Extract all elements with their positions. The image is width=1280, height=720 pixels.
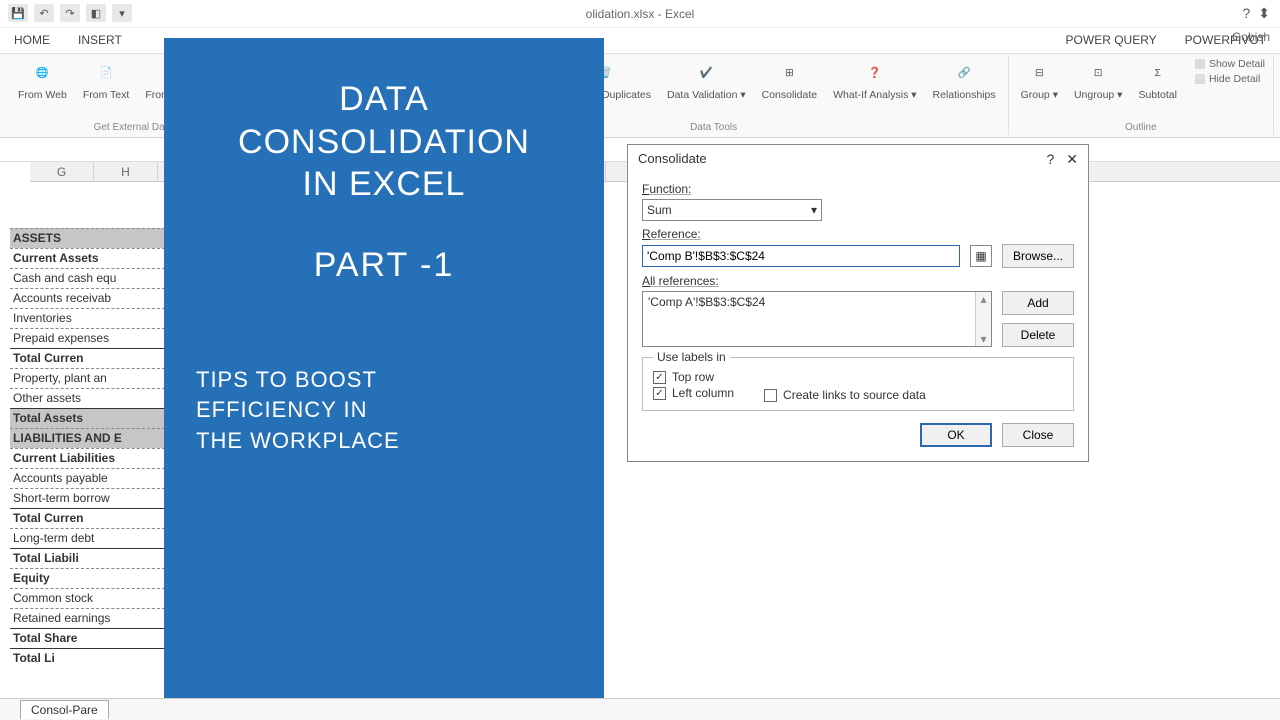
list-item[interactable]: 'Comp A'!$B$3:$C$24 [648, 295, 765, 309]
sheet-cell[interactable]: Property, plant an [10, 368, 165, 388]
minus-icon [1195, 74, 1205, 84]
ok-button[interactable]: OK [920, 423, 992, 447]
what-if-button[interactable]: ❓What-If Analysis ▾ [829, 58, 920, 104]
ribbon-group-outline: ⊟Group ▾ ⊡Ungroup ▾ ΣSubtotal Show Detai… [1009, 56, 1274, 135]
group-button[interactable]: ⊟Group ▾ [1017, 58, 1062, 104]
dialog-titlebar[interactable]: Consolidate ? ✕ [628, 145, 1088, 174]
relationships-icon: 🔗 [950, 60, 978, 88]
ungroup-icon: ⊡ [1084, 60, 1112, 88]
sheet-cell[interactable]: Accounts receivab [10, 288, 165, 308]
data-validation-button[interactable]: ✔️Data Validation ▾ [663, 58, 750, 104]
redo-icon[interactable]: ↷ [60, 4, 80, 22]
subtotal-button[interactable]: ΣSubtotal [1134, 58, 1181, 104]
globe-icon: 🌐 [28, 60, 56, 88]
dialog-title-text: Consolidate [638, 151, 707, 168]
chevron-down-icon: ▾ [980, 332, 986, 346]
tab-home[interactable]: HOME [0, 28, 64, 53]
browse-button[interactable]: Browse... [1002, 244, 1074, 268]
title-bar-help: ? ⬍ [1242, 5, 1270, 22]
scrollbar[interactable]: ▴▾ [975, 292, 991, 346]
sheet-tabs: Consol-Pare [0, 698, 1280, 720]
chevron-up-icon: ▴ [980, 292, 986, 306]
use-labels-legend: Use labels in [653, 350, 730, 364]
ribbon-collapse-icon[interactable]: ⬍ [1258, 5, 1270, 22]
sheet-cell[interactable]: Total Share [10, 628, 165, 648]
subtotal-icon: Σ [1144, 60, 1172, 88]
balance-sheet-range: ASSETSCurrent AssetsCash and cash equAcc… [10, 228, 165, 668]
sheet-cell[interactable]: Short-term borrow [10, 488, 165, 508]
overlay-subtitle: TIPS TO BOOST EFFICIENCY IN THE WORKPLAC… [196, 365, 572, 457]
overlay-part: PART -1 [196, 246, 572, 285]
document-title: olidation.xlsx - Excel [586, 7, 695, 21]
reference-input[interactable] [642, 245, 960, 267]
quick-access-toolbar: 💾 ↶ ↷ ◧ ▾ [8, 4, 132, 22]
show-detail-button[interactable]: Show Detail [1195, 58, 1265, 70]
sheet-cell[interactable]: Other assets [10, 388, 165, 408]
from-web-button[interactable]: 🌐From Web [14, 58, 71, 104]
text-file-icon: 📄 [92, 60, 120, 88]
plus-icon [1195, 59, 1205, 69]
sheet-cell[interactable]: Current Liabilities [10, 448, 165, 468]
tab-insert[interactable]: INSERT [64, 28, 136, 53]
sheet-cell[interactable]: Total Liabili [10, 548, 165, 568]
sheet-cell[interactable]: Long-term debt [10, 528, 165, 548]
chevron-down-icon: ▾ [811, 203, 817, 217]
close-button[interactable]: Close [1002, 423, 1074, 447]
undo-icon[interactable]: ↶ [34, 4, 54, 22]
create-links-checkbox[interactable]: Create links to source data [764, 388, 926, 402]
hide-detail-button[interactable]: Hide Detail [1195, 73, 1265, 85]
validation-icon: ✔️ [692, 60, 720, 88]
sheet-cell[interactable]: Inventories [10, 308, 165, 328]
sheet-tab-active[interactable]: Consol-Pare [20, 700, 109, 719]
reference-label: Reference: [642, 227, 701, 241]
sheet-cell[interactable]: Total Li [10, 648, 165, 668]
sheet-cell[interactable]: Current Assets [10, 248, 165, 268]
function-select[interactable]: Sum ▾ [642, 199, 822, 221]
dropdown-icon[interactable]: ▾ [112, 4, 132, 22]
sheet-cell[interactable]: Common stock [10, 588, 165, 608]
title-bar: 💾 ↶ ↷ ◧ ▾ olidation.xlsx - Excel ? ⬍ [0, 0, 1280, 28]
close-icon[interactable]: ✕ [1066, 151, 1078, 168]
function-label: Function: [642, 182, 691, 196]
consolidate-dialog: Consolidate ? ✕ Function: Sum ▾ Referenc… [627, 144, 1089, 462]
sheet-cell[interactable]: Accounts payable [10, 468, 165, 488]
consolidate-icon: ⊞ [775, 60, 803, 88]
range-picker-icon[interactable]: ▦ [970, 245, 992, 267]
ungroup-button[interactable]: ⊡Ungroup ▾ [1070, 58, 1126, 104]
group-icon: ⊟ [1025, 60, 1053, 88]
sheet-cell[interactable]: Total Curren [10, 348, 165, 368]
sheet-cell[interactable]: Retained earnings [10, 608, 165, 628]
help-icon[interactable]: ? [1046, 151, 1054, 168]
sheet-cell[interactable]: Prepaid expenses [10, 328, 165, 348]
from-text-button[interactable]: 📄From Text [79, 58, 133, 104]
add-button[interactable]: Add [1002, 291, 1074, 315]
overlay-title: DATA CONSOLIDATION IN EXCEL [196, 78, 572, 206]
sheet-cell[interactable]: Equity [10, 568, 165, 588]
column-header[interactable]: G [30, 162, 94, 181]
tab-powerquery[interactable]: POWER QUERY [1052, 28, 1171, 53]
camera-icon[interactable]: ◧ [86, 4, 106, 22]
title-overlay: DATA CONSOLIDATION IN EXCEL PART -1 TIPS… [164, 38, 604, 712]
left-column-checkbox[interactable]: ✓Left column [653, 386, 734, 400]
sheet-cell[interactable]: Total Assets [10, 408, 165, 428]
sheet-cell[interactable]: LIABILITIES AND E [10, 428, 165, 448]
consolidate-button[interactable]: ⊞Consolidate [758, 58, 821, 104]
all-references-label: All references: [642, 274, 719, 288]
user-name: Gobish [1232, 30, 1270, 44]
top-row-checkbox[interactable]: ✓Top row [653, 370, 734, 384]
delete-button[interactable]: Delete [1002, 323, 1074, 347]
help-icon[interactable]: ? [1242, 5, 1250, 22]
group-label: Outline [1017, 122, 1265, 133]
save-icon[interactable]: 💾 [8, 4, 28, 22]
whatif-icon: ❓ [861, 60, 889, 88]
column-header[interactable]: H [94, 162, 158, 181]
all-references-listbox[interactable]: 'Comp A'!$B$3:$C$24 ▴▾ [642, 291, 992, 347]
sheet-cell[interactable]: Cash and cash equ [10, 268, 165, 288]
sheet-cell[interactable]: Total Curren [10, 508, 165, 528]
sheet-cell[interactable]: ASSETS [10, 228, 165, 248]
use-labels-fieldset: Use labels in ✓Top row ✓Left column Crea… [642, 357, 1074, 411]
relationships-button[interactable]: 🔗Relationships [929, 58, 1000, 104]
